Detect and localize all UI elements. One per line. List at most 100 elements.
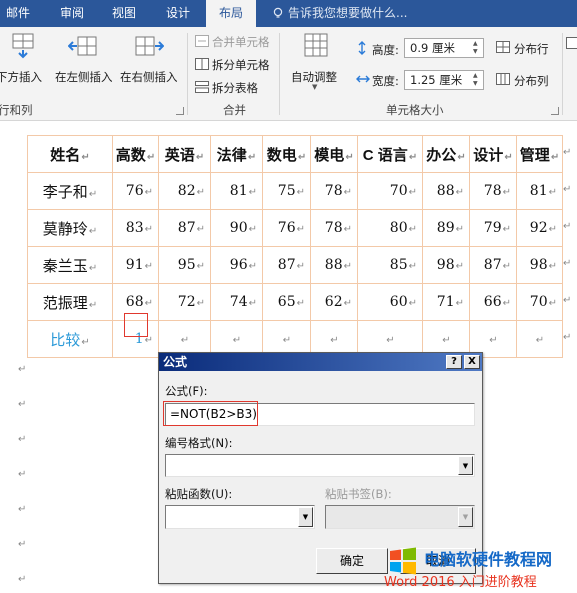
dialog-title[interactable]: 公式 (159, 353, 482, 371)
score-cell[interactable]: 78↵ (310, 172, 358, 210)
score-cell[interactable]: 87↵ (262, 246, 311, 284)
spin-up-icon[interactable]: ▲ (473, 72, 481, 80)
insert-below-button[interactable]: 下方插入 (0, 69, 42, 85)
spin-up-icon[interactable]: ▲ (473, 40, 481, 48)
student-name-cell[interactable]: 莫静玲↵ (27, 209, 113, 247)
rows-cols-launcher-icon[interactable] (176, 107, 184, 115)
distribute-rows-button[interactable]: 分布行 (514, 41, 549, 57)
ok-button[interactable]: 确定 (316, 548, 388, 574)
width-input[interactable]: 1.25 厘米 ▲ ▼ (404, 70, 484, 90)
score-cell[interactable]: 62↵ (310, 283, 358, 321)
cell-end-mark: ↵ (504, 151, 513, 163)
student-name-cell[interactable]: 范振理↵ (27, 283, 113, 321)
column-header[interactable]: 英语↵ (158, 135, 211, 173)
score-cell[interactable]: 78↵ (310, 209, 358, 247)
tab-design[interactable]: 设计 (166, 0, 190, 27)
score-cell[interactable]: 78↵ (469, 172, 517, 210)
score-cell[interactable]: 92↵ (516, 209, 563, 247)
score-cell[interactable]: 76↵ (262, 209, 311, 247)
score-cell[interactable]: 88↵ (310, 246, 358, 284)
cell-end-mark: ↵ (232, 335, 242, 346)
score-cell[interactable]: 95↵ (158, 246, 211, 284)
number-format-label: 编号格式(N): (165, 436, 233, 450)
insert-left-button[interactable]: 在左侧插入 (55, 69, 113, 85)
split-table-button[interactable]: 拆分表格 (212, 80, 258, 96)
score-cell-text: 60 (389, 294, 408, 310)
score-cell[interactable]: 70↵ (516, 283, 563, 321)
score-cell[interactable]: 85↵ (357, 246, 423, 284)
score-cell-text: 87 (177, 220, 196, 236)
student-name-cell[interactable]: 李子和↵ (27, 172, 113, 210)
tab-view[interactable]: 视图 (112, 0, 136, 27)
score-cell[interactable]: 91↵ (112, 246, 159, 284)
number-format-select[interactable]: ▼ (165, 454, 475, 477)
column-header[interactable]: 姓名↵ (27, 135, 113, 173)
compare-label-cell[interactable]: 比较↵ (27, 320, 113, 358)
score-cell[interactable]: 98↵ (516, 246, 563, 284)
merge-cells-button[interactable]: 合并单元格 (212, 34, 270, 50)
insert-right-button[interactable]: 在右侧插入 (120, 69, 178, 85)
score-cell[interactable]: 70↵ (357, 172, 423, 210)
column-header[interactable]: C 语言↵ (357, 135, 423, 173)
cell-end-mark: ↵ (408, 187, 417, 198)
score-cell[interactable]: 71↵ (422, 283, 470, 321)
result-highlight-box (124, 313, 148, 337)
column-header[interactable]: 模电↵ (310, 135, 358, 173)
student-name-cell[interactable]: 秦兰玉↵ (27, 246, 113, 284)
column-header-text: 英语 (164, 146, 195, 164)
score-cell[interactable]: 88↵ (422, 172, 470, 210)
cell-end-mark: ↵ (144, 224, 153, 235)
spin-down-icon[interactable]: ▼ (473, 80, 481, 88)
score-cell[interactable]: 81↵ (210, 172, 263, 210)
score-cell[interactable]: 87↵ (158, 209, 211, 247)
split-cells-button[interactable]: 拆分单元格 (212, 57, 270, 73)
distribute-rows-icon (496, 41, 510, 53)
group-divider (279, 33, 280, 115)
column-header[interactable]: 设计↵ (469, 135, 517, 173)
ribbon-tab-bar: 邮件 审阅 视图 设计 布局 告诉我您想要做什么... (0, 0, 577, 27)
tab-layout[interactable]: 布局 (206, 0, 257, 27)
score-cell[interactable]: 76↵ (112, 172, 159, 210)
paste-function-select[interactable]: ▼ (165, 505, 315, 529)
column-header[interactable]: 管理↵ (516, 135, 563, 173)
score-cell[interactable]: 90↵ (210, 209, 263, 247)
column-header[interactable]: 办公↵ (422, 135, 470, 173)
tab-review[interactable]: 审阅 (60, 0, 84, 27)
score-cell[interactable]: 83↵ (112, 209, 159, 247)
student-name-cell-text: 范振理 (42, 294, 88, 312)
score-cell[interactable]: 65↵ (262, 283, 311, 321)
cell-end-mark: ↵ (502, 298, 511, 309)
chevron-down-icon[interactable]: ▼ (298, 507, 313, 527)
score-cell[interactable]: 75↵ (262, 172, 311, 210)
score-cell[interactable]: 66↵ (469, 283, 517, 321)
score-cell[interactable]: 60↵ (357, 283, 423, 321)
score-cell-text: 81 (229, 183, 248, 199)
score-cell[interactable]: 82↵ (158, 172, 211, 210)
score-cell[interactable]: 98↵ (422, 246, 470, 284)
cell-end-mark: ↵ (88, 299, 98, 311)
paragraph-mark: ↵ (18, 539, 27, 550)
cell-size-launcher-icon[interactable] (551, 107, 559, 115)
score-cell[interactable]: 81↵ (516, 172, 563, 210)
score-cell[interactable]: 80↵ (357, 209, 423, 247)
distribute-columns-button[interactable]: 分布列 (514, 73, 549, 89)
column-header[interactable]: 法律↵ (210, 135, 263, 173)
score-cell[interactable]: 87↵ (469, 246, 517, 284)
chevron-down-icon[interactable]: ▼ (458, 456, 473, 475)
help-button[interactable]: ? (446, 355, 462, 369)
score-cell[interactable]: 79↵ (469, 209, 517, 247)
score-cell[interactable]: 72↵ (158, 283, 211, 321)
column-header[interactable]: 高数↵ (112, 135, 159, 173)
score-cell[interactable]: 96↵ (210, 246, 263, 284)
score-cell[interactable]: 74↵ (210, 283, 263, 321)
empty-cell[interactable]: ↵ (516, 320, 563, 358)
tell-me-box[interactable]: 告诉我您想要做什么... (272, 0, 407, 27)
tab-mailings[interactable]: 邮件 (6, 0, 30, 27)
lightbulb-icon (273, 7, 283, 18)
height-input[interactable]: 0.9 厘米 ▲ ▼ (404, 38, 484, 58)
group-divider (187, 33, 188, 115)
spin-down-icon[interactable]: ▼ (473, 48, 481, 56)
score-cell[interactable]: 89↵ (422, 209, 470, 247)
close-button[interactable]: X (464, 355, 480, 369)
column-header[interactable]: 数电↵ (262, 135, 311, 173)
